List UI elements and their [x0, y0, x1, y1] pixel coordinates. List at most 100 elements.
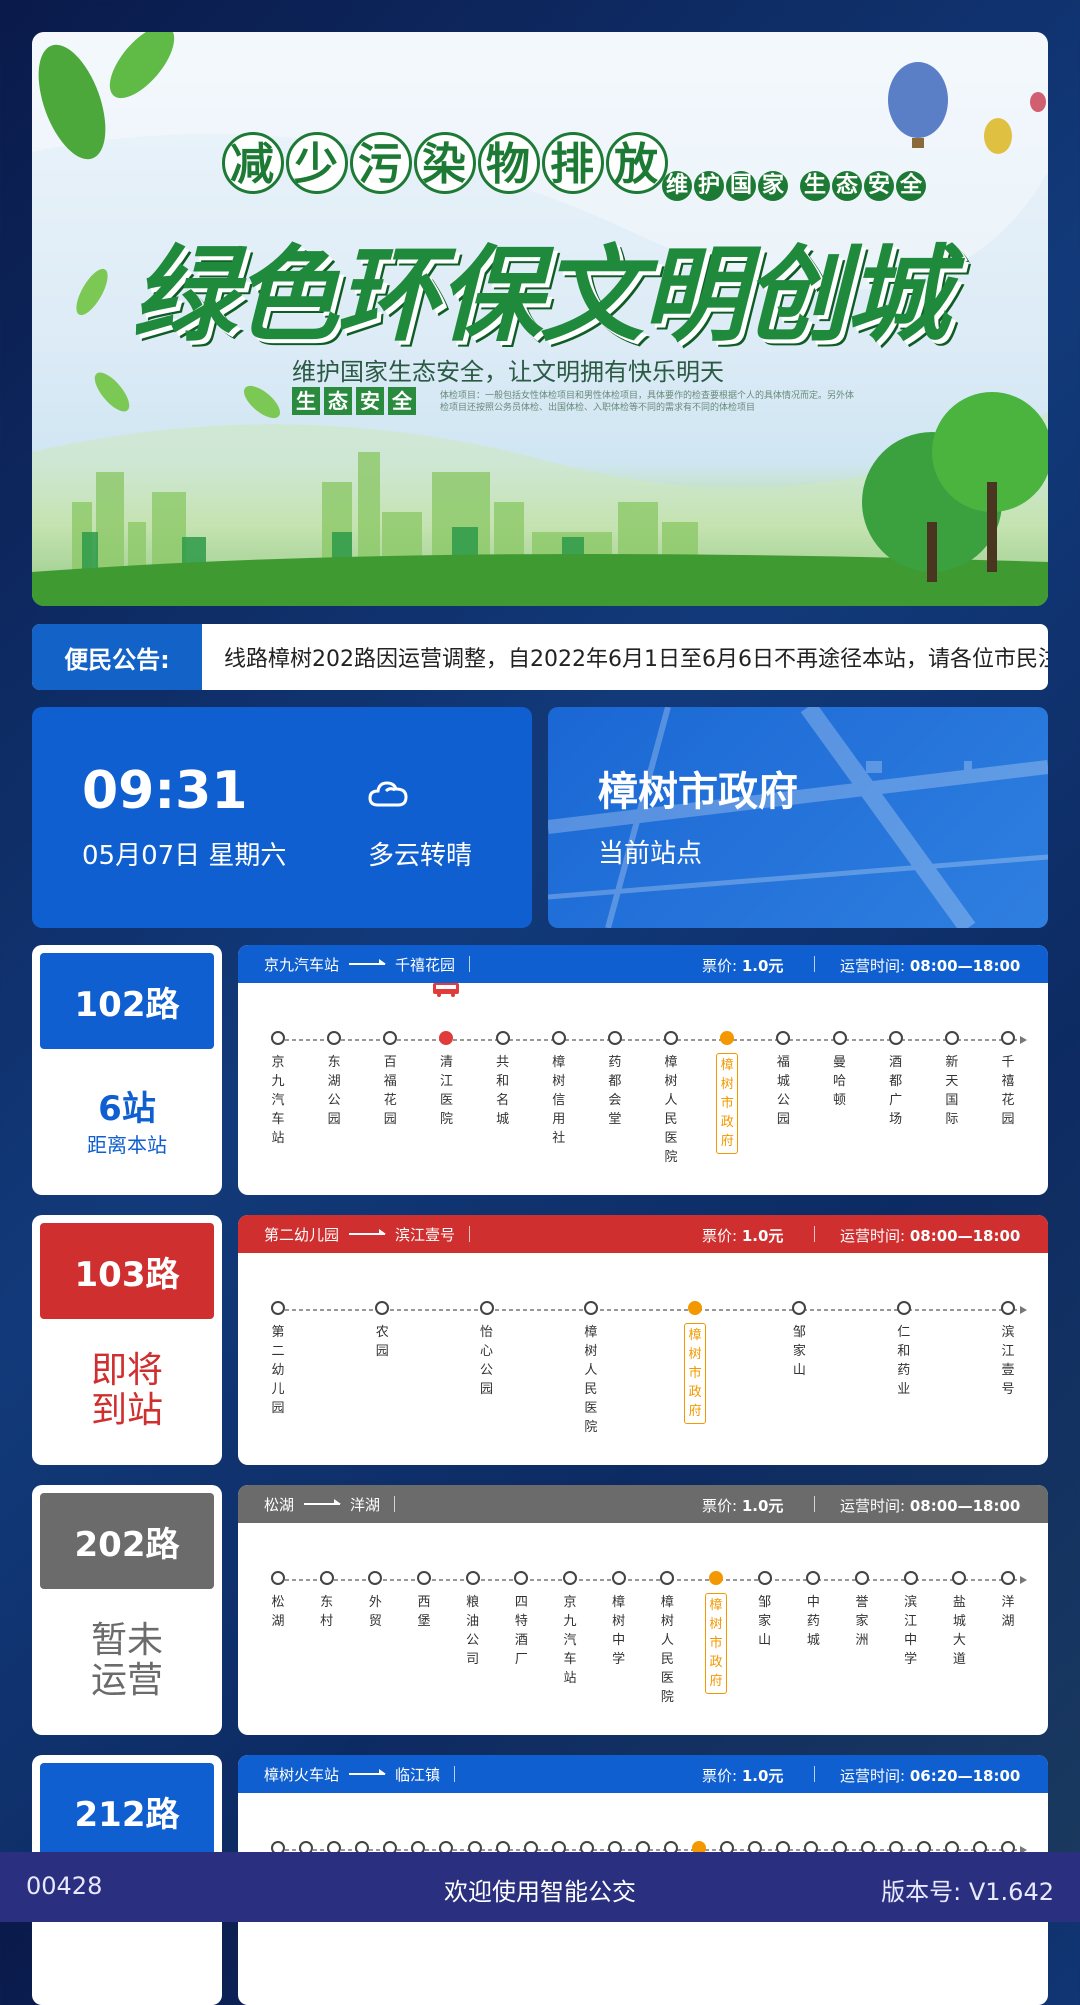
route-track-line [278, 1576, 1027, 1584]
stop-name: 京九汽车站 [563, 1595, 577, 1686]
station-label: 当前站点 [598, 839, 703, 869]
stop-name: 樟树市政府 [684, 1323, 707, 1424]
route-summary-card: 103路即将到站 [32, 1215, 222, 1465]
header-divider [814, 1766, 815, 1782]
stop-name: 曼哈顿 [833, 1055, 847, 1108]
stop-marker [319, 1571, 334, 1585]
bus-stop: 东村 [317, 1571, 337, 1631]
route-terminus: 千禧花园 [395, 955, 456, 974]
stop-name: 清江医院 [439, 1055, 453, 1127]
route-line-card: 第二幼儿园 滨江壹号 票价: 1.0元 运营时间: 08:00—18:00 第二幼儿园 农… [238, 1215, 1048, 1465]
track-end-arrow-icon [1020, 1036, 1027, 1044]
header-divider [394, 1496, 396, 1512]
stop-marker [271, 1301, 285, 1315]
banner-small-tag: 生态安全 [292, 387, 420, 415]
service-hours: 运营时间: 08:00—18:00 [840, 1227, 1021, 1245]
bus-stop: 滨江壹号 [998, 1301, 1018, 1399]
stop-marker [757, 1571, 772, 1585]
current-stop-marker [709, 1571, 723, 1585]
current-stop-marker [720, 1031, 735, 1045]
clock-time: 09:31 [82, 761, 248, 821]
stop-name: 樟树市政府 [705, 1593, 727, 1694]
route-origin: 樟树火车站 [264, 1765, 340, 1784]
stop-name: 中药城 [806, 1595, 820, 1648]
route-track-line [278, 1306, 1027, 1314]
stop-marker [271, 1571, 285, 1585]
stop-name: 樟树人民医院 [664, 1055, 678, 1165]
notice-text: 线路樟树202路因运营调整，自2022年6月1日至6月6日不再途径本站，请各位市… [224, 647, 1048, 672]
stop-marker [495, 1031, 510, 1045]
stop-marker [439, 1031, 454, 1045]
bus-stop: 滨江中学 [901, 1571, 921, 1669]
bus-stop: 共和名城 [493, 1031, 513, 1129]
route-status-text: 暂未运营 [90, 1620, 163, 1701]
stops-away-label: 距离本站 [87, 1133, 167, 1157]
route-header: 松湖 洋湖 票价: 1.0元 运营时间: 08:00—18:00 [238, 1485, 1048, 1523]
stop-marker [832, 1031, 847, 1045]
stop-name: 东村 [320, 1595, 334, 1629]
bus-stop: 外贸 [365, 1571, 385, 1631]
bus-stop: 新天国际 [942, 1031, 962, 1129]
stops-away-count: 6站 [98, 1089, 156, 1129]
service-hours: 运营时间: 08:00—18:00 [840, 957, 1021, 975]
stop-sequence: 京九汽车站 东湖公园 百福花园 清江医院 共和名城 樟树信用社 药都会堂 樟树人民医院 樟树市政… [238, 983, 1048, 1195]
stop-name: 百福花园 [383, 1055, 397, 1127]
stop-marker [611, 1571, 626, 1585]
route-number-badge: 202路 [40, 1493, 214, 1589]
header-divider [469, 956, 471, 972]
bus-stop: 樟树市政府 [716, 1031, 739, 1154]
direction-arrow-icon [304, 1499, 342, 1505]
route-status-text: 即将到站 [90, 1350, 163, 1431]
stop-name: 粮油公司 [466, 1595, 480, 1667]
stop-name: 东湖公园 [327, 1055, 341, 1127]
route-header: 第二幼儿园 滨江壹号 票价: 1.0元 运营时间: 08:00—18:00 [238, 1215, 1048, 1253]
service-hours: 运营时间: 08:00—18:00 [840, 1497, 1021, 1515]
stop-marker [896, 1301, 911, 1315]
stop-marker [583, 1301, 598, 1315]
stop-marker [776, 1031, 791, 1045]
route-line-card: 松湖 洋湖 票价: 1.0元 运营时间: 08:00—18:00 松湖 东村 外贸 西堡 粮油公… [238, 1485, 1048, 1735]
stop-name: 盐城大道 [952, 1595, 966, 1667]
bus-stop: 洋湖 [998, 1571, 1018, 1631]
bus-stop: 清江医院 [436, 1031, 456, 1129]
route-number-badge: 212路 [40, 1763, 214, 1859]
route-summary-card: 102路 6站 距离本站 [32, 945, 222, 1195]
route-terminus: 洋湖 [350, 1495, 381, 1514]
stop-marker [271, 1031, 285, 1045]
stop-name: 酒都广场 [889, 1055, 903, 1127]
weather-text: 多云转晴 [368, 841, 473, 871]
banner-title: 绿色环保文明创城 [132, 234, 950, 356]
stop-marker [607, 1031, 622, 1045]
stop-name: 仁和药业 [897, 1325, 911, 1397]
route-origin: 松湖 [264, 1495, 295, 1514]
service-hours: 运营时间: 06:20—18:00 [840, 1767, 1021, 1785]
stop-marker [417, 1571, 431, 1585]
bus-stop: 盐城大道 [949, 1571, 969, 1669]
banner-side-tag: 维护国家生态安全 [662, 162, 928, 201]
banner-slogan-circles: 减少污染物排放 [222, 132, 670, 194]
clock-date: 05月07日 星期六 [82, 841, 287, 871]
bus-stop: 松湖 [268, 1571, 288, 1631]
route-summary-card: 202路暂未运营 [32, 1485, 222, 1735]
bus-stop: 樟树人民医院 [657, 1571, 677, 1707]
bus-stop: 四特酒厂 [511, 1571, 531, 1669]
stop-marker [514, 1571, 529, 1585]
cloud-icon [368, 781, 408, 807]
direction-arrow-icon [349, 959, 387, 965]
stop-marker [551, 1031, 566, 1045]
stop-name: 农园 [375, 1325, 389, 1359]
stop-marker [383, 1031, 398, 1045]
direction-arrow-icon [349, 1769, 387, 1775]
stop-name: 药都会堂 [608, 1055, 622, 1127]
stop-name: 第二幼儿园 [271, 1325, 285, 1416]
stop-marker [792, 1301, 807, 1315]
route-header: 樟树火车站 临江镇 票价: 1.0元 运营时间: 06:20—18:00 [238, 1755, 1048, 1793]
stop-marker [479, 1301, 494, 1315]
notice-bar: 便民公告: 线路樟树202路因运营调整，自2022年6月1日至6月6日不再途径本… [32, 624, 1048, 690]
bus-stop: 樟树人民医院 [581, 1301, 601, 1437]
route-number-badge: 103路 [40, 1223, 214, 1319]
stop-name: 共和名城 [496, 1055, 510, 1127]
bus-position-icon [433, 983, 460, 997]
bus-stop: 樟树信用社 [549, 1031, 569, 1148]
header-divider [469, 1226, 471, 1242]
